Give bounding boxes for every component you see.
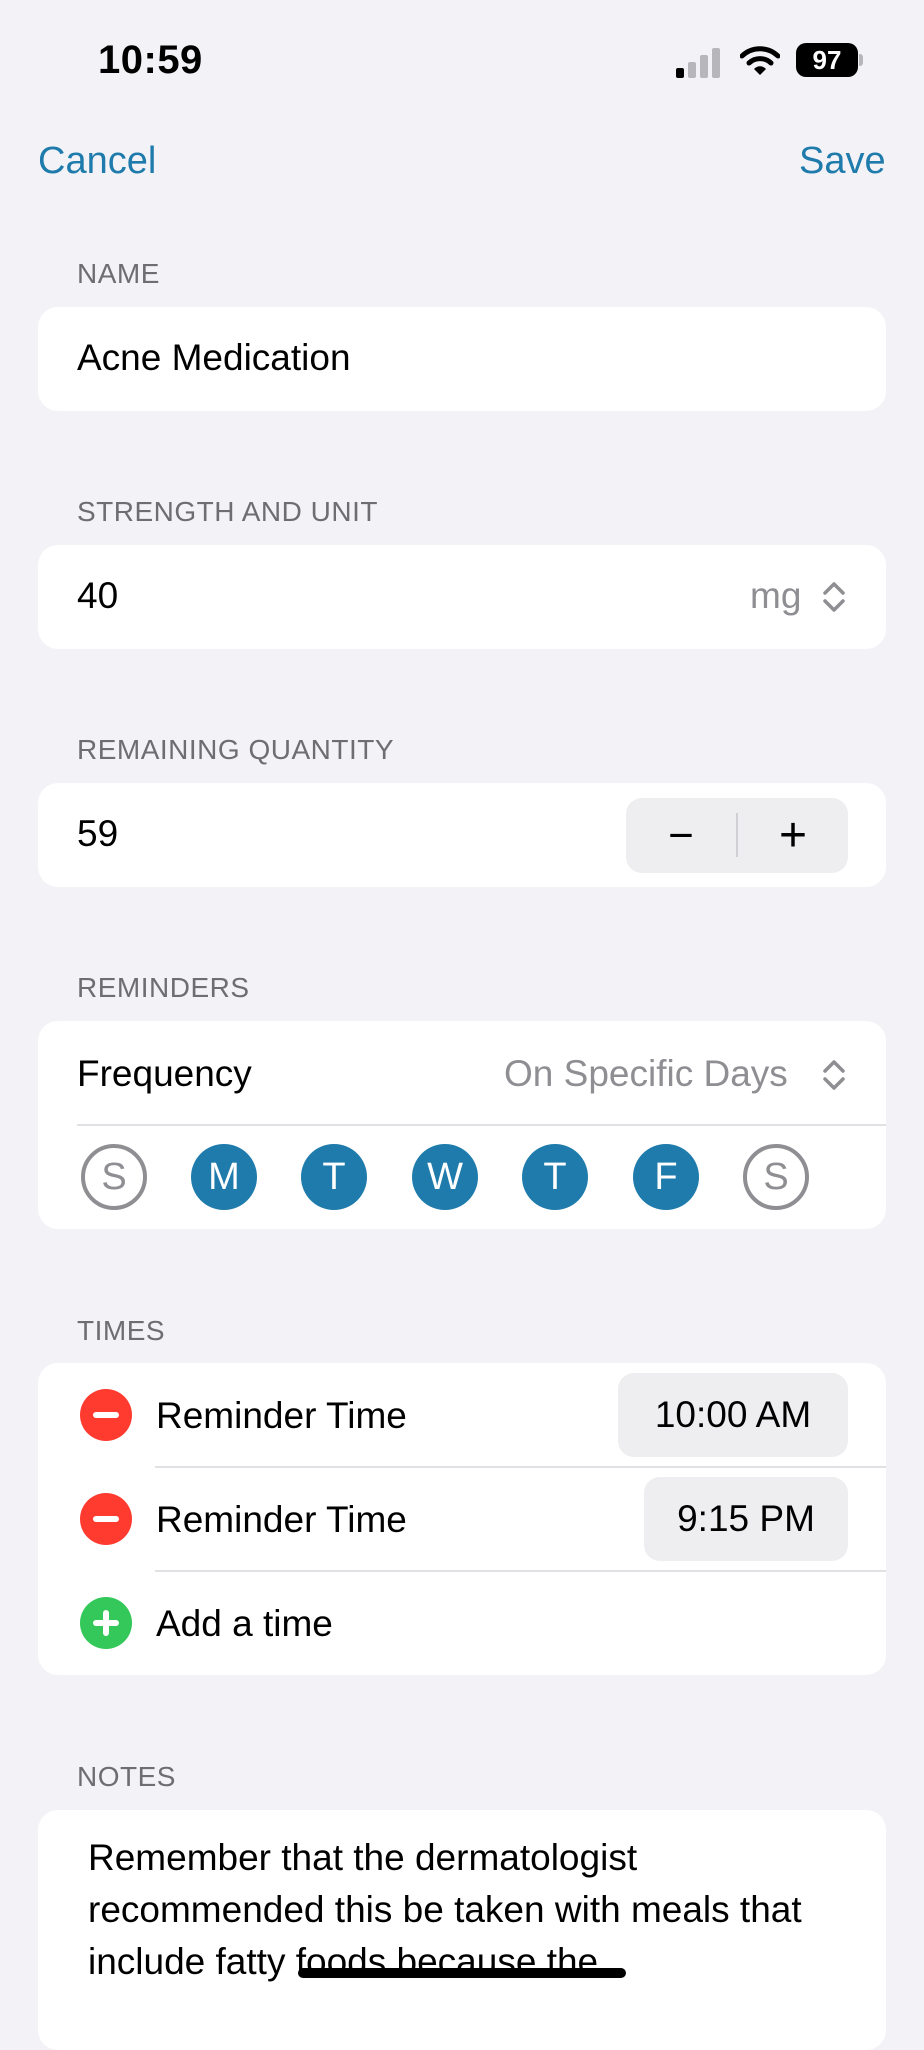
quantity-field[interactable]: 59: [77, 813, 118, 855]
cellular-signal-icon: [676, 46, 722, 78]
day-toggle-monday[interactable]: M: [191, 1144, 257, 1210]
battery-cap: [859, 54, 863, 66]
cancel-button[interactable]: Cancel: [38, 140, 156, 183]
frequency-picker[interactable]: On Specific Days: [504, 1053, 788, 1095]
day-toggle-wednesday[interactable]: W: [412, 1144, 478, 1210]
notes-section-label: NOTES: [77, 1761, 176, 1792]
reminders-section-label: REMINDERS: [77, 972, 250, 1003]
battery-indicator: 97: [796, 43, 858, 77]
increment-button[interactable]: +: [738, 798, 848, 873]
plus-icon: [93, 1610, 119, 1636]
chevron-up-down-icon: [823, 582, 845, 612]
wifi-icon: [740, 46, 780, 75]
minus-icon: [93, 1516, 119, 1522]
divider: [155, 1570, 886, 1572]
day-toggle-tuesday[interactable]: T: [301, 1144, 367, 1210]
day-toggle-sunday[interactable]: S: [81, 1144, 147, 1210]
day-toggle-friday[interactable]: F: [633, 1144, 699, 1210]
add-icon[interactable]: [80, 1597, 132, 1649]
notes-textarea[interactable]: Remember that the dermatologist recommen…: [88, 1832, 858, 1988]
name-field[interactable]: Acne Medication: [77, 337, 351, 379]
day-toggle-thursday[interactable]: T: [522, 1144, 588, 1210]
unit-picker[interactable]: mg: [750, 575, 801, 617]
chevron-up-down-icon: [823, 1060, 845, 1090]
home-indicator: [298, 1968, 626, 1978]
name-card: Acne Medication: [38, 307, 886, 411]
minus-icon: [93, 1412, 119, 1418]
save-button[interactable]: Save: [799, 140, 886, 183]
time-picker[interactable]: 9:15 PM: [644, 1477, 848, 1561]
strength-card: 40 mg: [38, 545, 886, 649]
remove-icon[interactable]: [80, 1493, 132, 1545]
frequency-label: Frequency: [77, 1053, 252, 1094]
strength-section-label: STRENGTH AND UNIT: [77, 496, 378, 527]
divider: [77, 1124, 886, 1126]
add-time-button[interactable]: Add a time: [156, 1603, 333, 1645]
quantity-section-label: REMAINING QUANTITY: [77, 734, 395, 765]
status-time: 10:59: [98, 38, 203, 82]
times-section-label: TIMES: [77, 1315, 166, 1346]
day-toggle-saturday[interactable]: S: [743, 1144, 809, 1210]
decrement-button[interactable]: −: [626, 798, 736, 873]
time-picker[interactable]: 10:00 AM: [618, 1373, 848, 1457]
reminder-time-label: Reminder Time: [156, 1499, 407, 1540]
reminder-time-label: Reminder Time: [156, 1395, 407, 1436]
remove-icon[interactable]: [80, 1389, 132, 1441]
name-section-label: NAME: [77, 258, 160, 289]
strength-field[interactable]: 40: [77, 575, 118, 617]
divider: [155, 1466, 886, 1468]
battery-level: 97: [812, 44, 842, 75]
